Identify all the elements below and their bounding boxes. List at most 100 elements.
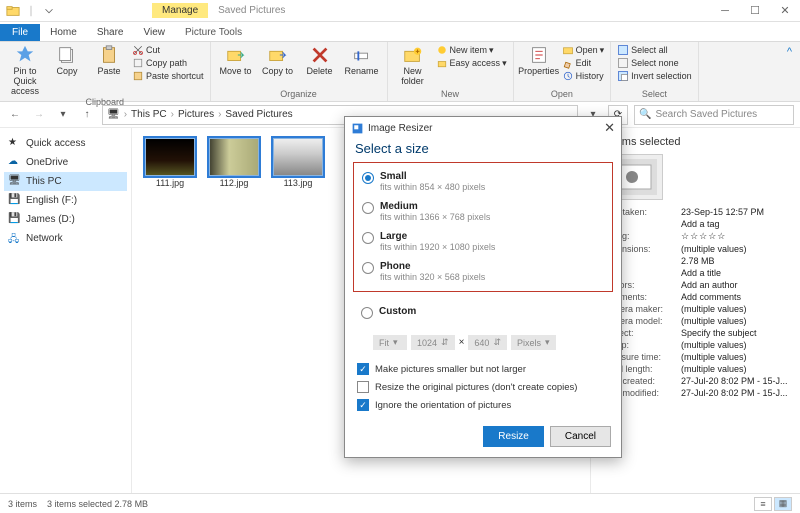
up-button[interactable]: ↑ [78,106,96,124]
tab-share[interactable]: Share [87,24,134,41]
dialog-close-button[interactable]: ✕ [604,120,615,136]
search-icon: 🔍 [639,109,651,120]
custom-width-input[interactable]: 1024 ⇵ [411,335,455,350]
navigation-pane: ★Quick access ☁OneDrive 🖥This PC 💾 Englis… [0,128,132,493]
delete-button[interactable]: Delete [301,44,339,77]
spinner-icon: ⇵ [441,337,449,348]
detail-row: Dimensions:(multiple values) [601,243,790,255]
sidebar-item-drive-english[interactable]: 💾 English (F:) [4,191,127,210]
back-button[interactable]: ← [6,106,24,124]
details-heading: 3 items selected [601,136,790,148]
sidebar-item-quick-access[interactable]: ★Quick access [4,134,127,153]
move-to-button[interactable]: Move to [217,44,255,77]
option-name: Phone [380,261,411,272]
forward-button[interactable]: → [30,106,48,124]
copy-button[interactable]: Copy [48,44,86,77]
dialog-heading: Select a size [345,139,621,162]
tab-view[interactable]: View [134,24,176,41]
image-resizer-dialog: Image Resizer ✕ Select a size Smallfits … [344,116,622,458]
view-details-button[interactable]: ≡ [754,497,772,511]
size-option-custom[interactable]: Custom [359,302,607,323]
detail-row: Date created:27-Jul-20 8:02 PM - 15-J... [601,375,790,387]
network-icon: 🖧 [8,232,21,245]
radio-icon [362,232,374,244]
sidebar-item-drive-james[interactable]: 💾James (D:) [4,210,127,229]
history-button[interactable]: History [562,70,605,82]
paste-button[interactable]: Paste [90,44,128,77]
size-option-medium[interactable]: Mediumfits within 1366 × 768 pixels [360,197,606,227]
edit-button[interactable]: Edit [562,57,605,69]
copy-path-button[interactable]: Copy path [132,57,204,69]
tab-picture-tools[interactable]: Picture Tools [175,24,252,41]
sidebar-item-onedrive[interactable]: ☁OneDrive [4,153,127,172]
delete-label: Delete [307,67,333,77]
maximize-button[interactable]: ☐ [740,0,770,22]
radio-icon [361,307,373,319]
tab-file[interactable]: File [0,24,40,41]
check-ignore-orientation[interactable]: ✓Ignore the orientation of pictures [357,396,609,414]
file-name: 113.jpg [270,178,326,188]
check-smaller-only[interactable]: ✓Make pictures smaller but not larger [357,360,609,378]
check-label: Resize the original pictures (don't crea… [375,382,577,393]
dialog-titlebar: Image Resizer ✕ [345,117,621,139]
detail-row: Comments:Add comments [601,291,790,303]
rename-button[interactable]: Rename [343,44,381,77]
group-select-label: Select [617,89,692,99]
paste-shortcut-button[interactable]: Paste shortcut [132,70,204,82]
pin-quick-access-button[interactable]: Pin to Quick access [6,44,44,97]
recent-dropdown[interactable]: ▾ [54,106,72,124]
file-item[interactable]: 111.jpg [142,138,198,483]
cut-button[interactable]: Cut [132,44,204,56]
option-name: Medium [380,201,418,212]
resize-button[interactable]: Resize [483,426,544,447]
sidebar-label: James (D:) [26,214,75,225]
size-option-small[interactable]: Smallfits within 854 × 480 pixels [360,167,606,197]
checkbox-group: ✓Make pictures smaller but not larger Re… [345,356,621,418]
custom-fit-select[interactable]: Fit ▾ [373,335,407,350]
detail-row: Camera model:(multiple values) [601,315,790,327]
custom-unit-select[interactable]: Pixels ▾ [511,335,556,350]
sidebar-item-this-pc[interactable]: 🖥This PC [4,172,127,191]
sidebar-label: English (F:) [26,195,77,206]
qat-divider-icon [24,4,38,18]
custom-size-row: Fit ▾ 1024 ⇵ × 640 ⇵ Pixels ▾ [345,333,621,356]
invert-selection-button[interactable]: Invert selection [617,70,692,82]
copy-to-button[interactable]: Copy to [259,44,297,77]
crumb[interactable]: Saved Pictures [225,109,292,120]
drive-icon: 💾 [8,194,21,207]
size-option-large[interactable]: Largefits within 1920 × 1080 pixels [360,227,606,257]
detail-row: Size:2.78 MB [601,255,790,267]
crumb[interactable]: This PC [131,109,167,120]
file-item[interactable]: 112.jpg [206,138,262,483]
check-resize-original[interactable]: Resize the original pictures (don't crea… [357,378,609,396]
custom-height-input[interactable]: 640 ⇵ [468,335,507,350]
ribbon-help-button[interactable]: ^ [779,42,800,101]
paste-label: Paste [97,67,120,77]
new-folder-button[interactable]: New folder [394,44,432,87]
cancel-button[interactable]: Cancel [550,426,611,447]
view-thumbnails-button[interactable]: ▦ [774,497,792,511]
select-all-button[interactable]: Select all [617,44,692,56]
status-selection: 3 items selected 2.78 MB [47,499,148,509]
select-none-button[interactable]: Select none [617,57,692,69]
crumb[interactable]: Pictures [178,109,214,120]
detail-row: Camera maker:(multiple values) [601,303,790,315]
detail-row: Rating:☆☆☆☆☆ [601,230,790,243]
easy-access-button[interactable]: Easy access ▾ [436,57,507,69]
size-option-phone[interactable]: Phonefits within 320 × 568 pixels [360,257,606,287]
file-item[interactable]: 113.jpg [270,138,326,483]
minimize-button[interactable]: ─ [710,0,740,22]
search-input[interactable]: 🔍Search Saved Pictures [634,105,794,125]
new-item-label: New item [450,45,488,55]
close-button[interactable]: ✕ [770,0,800,22]
qat-dropdown-icon[interactable] [42,4,56,18]
properties-button[interactable]: Properties [520,44,558,77]
detail-row: Focal length:(multiple values) [601,363,790,375]
contextual-tab-manage[interactable]: Manage [152,3,208,18]
properties-label: Properties [518,67,559,77]
sidebar-item-network[interactable]: 🖧Network [4,229,127,248]
cut-label: Cut [146,45,160,55]
open-button[interactable]: Open ▾ [562,44,605,56]
tab-home[interactable]: Home [40,24,87,41]
new-item-button[interactable]: New item ▾ [436,44,507,56]
